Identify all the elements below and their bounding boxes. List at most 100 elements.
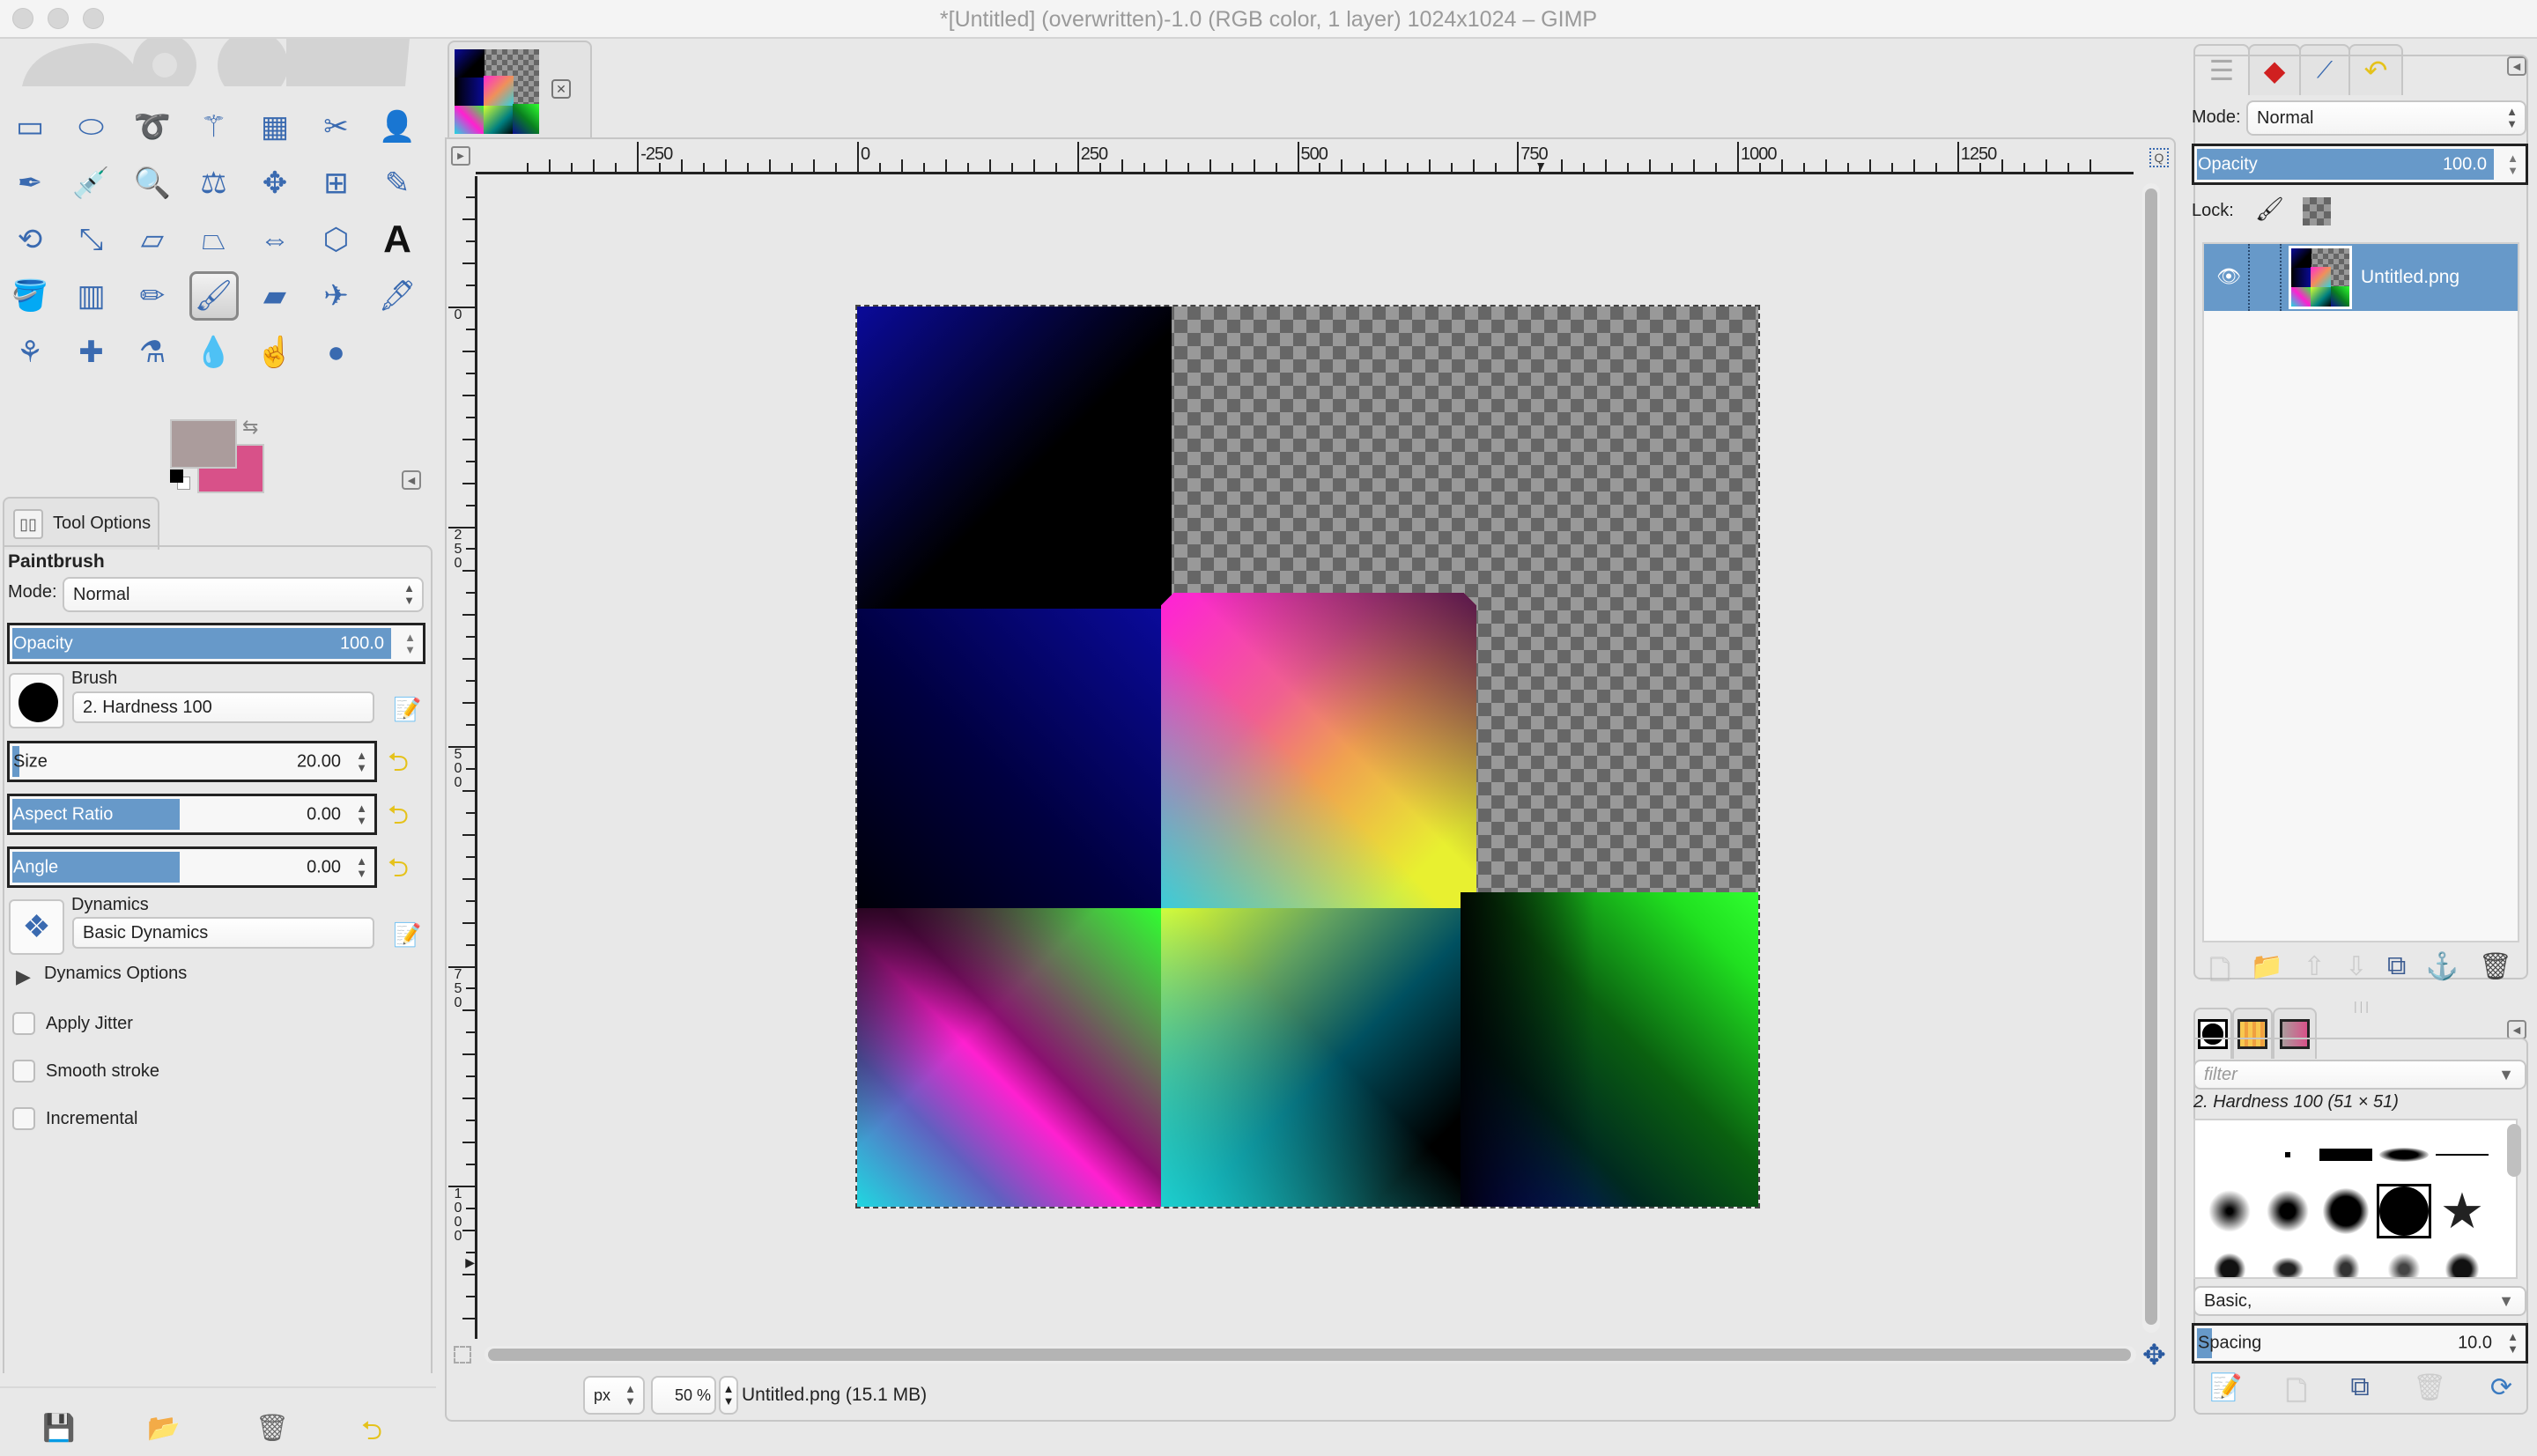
tool-clone[interactable]: ⚘ — [5, 328, 55, 377]
lock-alpha-toggle[interactable] — [2303, 197, 2331, 225]
brush-splatter-1[interactable] — [2202, 1242, 2257, 1277]
brush-hardness-100-selected[interactable] — [2377, 1184, 2431, 1238]
brush-tag-field[interactable]: Basic, ▼ — [2193, 1286, 2526, 1316]
tool-rect-select[interactable]: ▭ — [5, 102, 55, 152]
tool-airbrush[interactable]: ✈ — [312, 271, 361, 321]
brush-preview-button[interactable] — [9, 673, 64, 728]
pane-resize-handle[interactable]: ||| — [2354, 999, 2371, 1013]
vertical-scroll-thumb[interactable] — [2145, 188, 2157, 1325]
checkbox-smooth-stroke[interactable] — [12, 1060, 35, 1083]
lower-layer-button[interactable]: ⇩ — [2345, 951, 2367, 987]
brush-grid[interactable]: ★ — [2193, 1119, 2518, 1279]
dynamics-options-expander[interactable]: Dynamics Options — [44, 964, 187, 984]
brush-block[interactable] — [2319, 1127, 2373, 1182]
tool-rotate[interactable]: ⟲ — [5, 215, 55, 264]
brush-hardness-050[interactable] — [2260, 1184, 2315, 1238]
expander-triangle-icon[interactable]: ▶ — [16, 965, 31, 988]
tool-foreground-select[interactable]: 👤 — [373, 102, 422, 152]
tool-shear[interactable]: ▱ — [128, 215, 177, 264]
dynamics-name-field[interactable]: Basic Dynamics — [72, 917, 374, 949]
tool-cage-transform[interactable]: ⬡ — [312, 215, 361, 264]
tool-perspective-clone[interactable]: ⚗ — [128, 328, 177, 377]
close-image-tab-icon[interactable]: ✕ — [551, 79, 571, 99]
brush-splatter-3[interactable] — [2319, 1242, 2373, 1277]
edit-dynamics-icon[interactable]: 📝 — [393, 921, 421, 949]
eye-visibility-icon[interactable]: 👁 — [2216, 265, 2241, 288]
tool-flip[interactable]: ⇔ — [250, 215, 300, 264]
tool-crop[interactable]: ✎ — [373, 159, 422, 208]
brush-splatter-5[interactable] — [2435, 1242, 2489, 1277]
edit-brush-button[interactable]: 📝 — [2209, 1372, 2242, 1408]
spacing-spin-icon[interactable]: ▲ ▼ — [2507, 1331, 2519, 1356]
default-colors-black-icon[interactable] — [170, 469, 183, 483]
aspect-ratio-slider[interactable]: Aspect Ratio 0.00 ▲ ▼ — [7, 794, 377, 835]
tool-free-select[interactable]: ➰ — [128, 102, 177, 152]
image-menu-button[interactable]: ▶ — [451, 146, 470, 166]
angle-spin-icon[interactable]: ▲ ▼ — [356, 854, 367, 880]
angle-slider[interactable]: Angle 0.00 ▲ ▼ — [7, 846, 377, 888]
zoom-field[interactable]: 50 % — [651, 1376, 716, 1415]
tool-paintbrush[interactable]: 🖌 — [189, 271, 239, 321]
tool-eraser[interactable]: ▰ — [250, 271, 300, 321]
delete-brush-button[interactable]: 🗑 — [2413, 1372, 2446, 1408]
delete-options-button[interactable]: 🗑 — [255, 1413, 289, 1444]
new-layer-button[interactable]: 🗋 — [2209, 951, 2230, 987]
brush-hardness-025[interactable] — [2202, 1184, 2257, 1238]
dynamics-preview-button[interactable]: ❖ — [9, 899, 64, 955]
layer-mode-select[interactable]: Normal ▲ ▼ — [2246, 100, 2526, 136]
spacing-slider[interactable]: Spacing 10.0 ▲ ▼ — [2192, 1323, 2528, 1364]
navigate-image-icon[interactable]: ✥ — [2142, 1341, 2166, 1369]
brush-pixel[interactable] — [2260, 1127, 2315, 1182]
vertical-scrollbar[interactable] — [2142, 183, 2160, 1333]
checkbox-label[interactable]: Incremental — [46, 1109, 138, 1129]
brush-splatter-4[interactable] — [2377, 1242, 2431, 1277]
reset-options-button[interactable]: ⮌ — [361, 1411, 382, 1456]
layer-opacity-slider[interactable]: Opacity 100.0 ▲ ▼ — [2192, 144, 2528, 185]
opacity-spin-icon[interactable]: ▲ ▼ — [404, 631, 416, 656]
tool-text[interactable]: A — [373, 215, 422, 264]
tool-measure[interactable]: ⚖ — [189, 159, 239, 208]
horizontal-scroll-thumb[interactable] — [488, 1349, 2131, 1361]
tool-scissors-select[interactable]: ✂ — [312, 102, 361, 152]
brush-filter-input[interactable]: filter ▼ — [2193, 1060, 2526, 1090]
delete-layer-button[interactable]: 🗑 — [2479, 951, 2512, 987]
zoom-image-when-window-resized-icon[interactable]: Q — [2149, 148, 2169, 167]
checkbox-label[interactable]: Apply Jitter — [46, 1014, 133, 1034]
tool-heal[interactable]: ✚ — [67, 328, 116, 377]
tool-align[interactable]: ⊞ — [312, 159, 361, 208]
reset-size-icon[interactable]: ⮌ — [388, 743, 409, 787]
tool-bucket-fill[interactable]: 🪣 — [5, 271, 55, 321]
tag-dropdown-icon[interactable]: ▼ — [2498, 1292, 2514, 1311]
refresh-brushes-button[interactable]: ⟳ — [2490, 1372, 2512, 1408]
zoom-spin-icon[interactable]: ▲ ▼ — [719, 1376, 738, 1415]
configure-brushes-tab-icon[interactable]: ◀ — [2507, 1020, 2526, 1039]
tool-color-picker[interactable]: 💉 — [67, 159, 116, 208]
tool-blend[interactable]: ▥ — [67, 271, 116, 321]
checkbox-label[interactable]: Smooth stroke — [46, 1061, 159, 1082]
mode-select[interactable]: Normal ▲ ▼ — [63, 577, 424, 612]
configure-tab-icon[interactable]: ◀ — [402, 470, 421, 490]
tool-dodge-burn[interactable]: ● — [312, 328, 361, 377]
duplicate-layer-button[interactable]: ⧉ — [2387, 951, 2406, 987]
brush-grid-scrollbar[interactable] — [2507, 1124, 2521, 1177]
tool-fuzzy-select[interactable]: ⚚ — [189, 102, 239, 152]
tool-ink[interactable]: 🖋 — [373, 271, 422, 321]
chain-link-toggle[interactable] — [2280, 244, 2282, 311]
foreground-color-swatch[interactable] — [170, 419, 237, 469]
brush-blur-ellipse[interactable] — [2377, 1127, 2431, 1182]
lock-pixels-toggle[interactable]: 🖌 — [2255, 196, 2284, 223]
save-options-button[interactable]: 💾 — [42, 1413, 75, 1444]
checkbox-apply-jitter[interactable] — [12, 1012, 35, 1035]
tool-paths[interactable]: ✒ — [5, 159, 55, 208]
tool-ellipse-select[interactable]: ⬭ — [67, 102, 116, 152]
brush-name-field[interactable]: 2. Hardness 100 — [72, 691, 374, 723]
anchor-layer-button[interactable]: ⚓ — [2426, 951, 2459, 987]
quick-mask-toggle[interactable] — [454, 1346, 471, 1364]
reset-angle-icon[interactable]: ⮌ — [388, 848, 409, 893]
restore-options-button[interactable]: 📂 — [147, 1413, 180, 1444]
layer-row[interactable]: 👁 Untitled.png — [2204, 244, 2518, 311]
tool-scale[interactable]: ⤡ — [67, 215, 116, 264]
unit-select[interactable]: px ▲ ▼ — [583, 1376, 645, 1415]
brush-hardness-075[interactable] — [2319, 1184, 2373, 1238]
layer-name[interactable]: Untitled.png — [2361, 267, 2459, 288]
